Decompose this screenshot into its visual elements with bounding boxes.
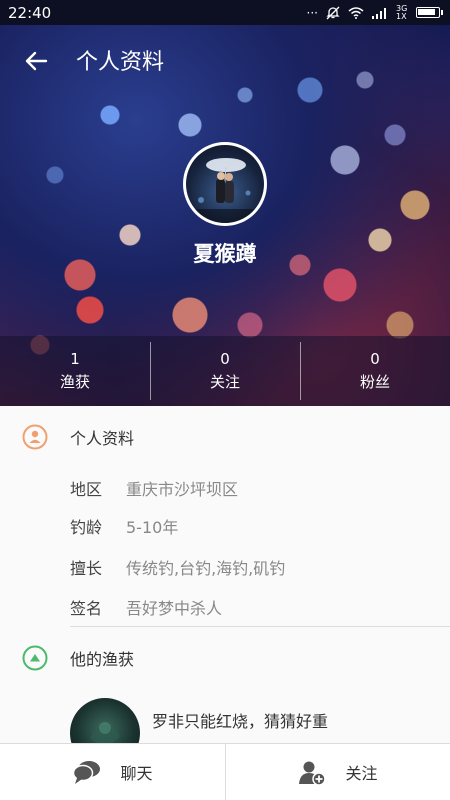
- status-time: 22:40: [8, 3, 52, 22]
- info-value: 传统钓,台钓,海钓,矶钓: [126, 559, 286, 578]
- stat-label: 粉丝: [359, 373, 390, 391]
- status-bar: 22:40 ··· 3G 1X: [0, 0, 450, 25]
- personal-info-header: 个人资料: [0, 412, 450, 462]
- chat-label: 聊天: [120, 764, 153, 783]
- info-value: 5-10年: [126, 518, 179, 537]
- info-key: 签名: [70, 599, 103, 618]
- chat-bubble-icon: [73, 761, 101, 784]
- dots-icon: ···: [306, 5, 318, 20]
- bottom-action-bar: 聊天 关注: [0, 743, 450, 800]
- catch-thumbnail[interactable]: [70, 698, 140, 743]
- chat-button[interactable]: 聊天: [0, 744, 225, 800]
- mute-icon: [326, 6, 340, 19]
- info-row-signature: 签名 吾好梦中杀人: [70, 595, 222, 619]
- info-key: 地区: [70, 480, 103, 499]
- profile-stats: 1 渔获 0 关注 0 粉丝: [0, 336, 450, 406]
- catch-photo: [90, 722, 120, 743]
- catch-caption: 罗非只能红烧，猜猜好重: [152, 712, 329, 731]
- follow-button[interactable]: 关注: [225, 744, 450, 800]
- status-icons: ··· 3G 1X: [306, 3, 443, 21]
- wifi-icon: [348, 7, 364, 19]
- info-row-region: 地区 重庆市沙坪坝区: [70, 476, 238, 500]
- person-icon: [22, 424, 48, 450]
- arrow-left-icon: [25, 51, 48, 71]
- info-key: 擅长: [70, 559, 103, 578]
- stat-value: 1: [70, 350, 80, 368]
- profile-name: 夏猴蹲: [193, 242, 257, 266]
- network-type: 3G 1X: [396, 3, 408, 21]
- stat-following[interactable]: 0 关注: [150, 336, 300, 406]
- avatar[interactable]: [183, 142, 267, 226]
- stat-value: 0: [370, 350, 380, 368]
- stat-catches[interactable]: 1 渔获: [0, 336, 150, 406]
- profile-content: 个人资料 地区 重庆市沙坪坝区 钓龄 5-10年 擅长 传统钓,台钓,海钓,矶钓…: [0, 406, 450, 743]
- page-title: 个人资料: [76, 49, 165, 74]
- stat-label: 关注: [209, 373, 240, 391]
- add-user-icon: [299, 761, 327, 785]
- info-key: 钓龄: [70, 518, 103, 537]
- section-title: 他的渔获: [70, 650, 135, 669]
- stat-label: 渔获: [59, 373, 90, 391]
- catches-header[interactable]: 他的渔获: [0, 633, 450, 683]
- signal-icon: [372, 7, 386, 19]
- catch-item[interactable]: 罗非只能红烧，猜猜好重: [70, 698, 328, 743]
- stat-value: 0: [220, 350, 230, 368]
- stat-followers[interactable]: 0 粉丝: [300, 336, 450, 406]
- info-row-years: 钓龄 5-10年: [70, 514, 178, 538]
- section-title: 个人资料: [70, 429, 135, 448]
- info-row-specialty: 擅长 传统钓,台钓,海钓,矶钓: [70, 555, 285, 579]
- battery-icon: [416, 7, 443, 18]
- avatar-photo: [186, 158, 264, 223]
- back-button[interactable]: [16, 45, 56, 77]
- triangle-up-icon: [22, 645, 48, 671]
- divider: [70, 626, 450, 627]
- info-value: 吾好梦中杀人: [126, 599, 223, 618]
- info-value: 重庆市沙坪坝区: [126, 480, 239, 499]
- follow-label: 关注: [345, 764, 378, 783]
